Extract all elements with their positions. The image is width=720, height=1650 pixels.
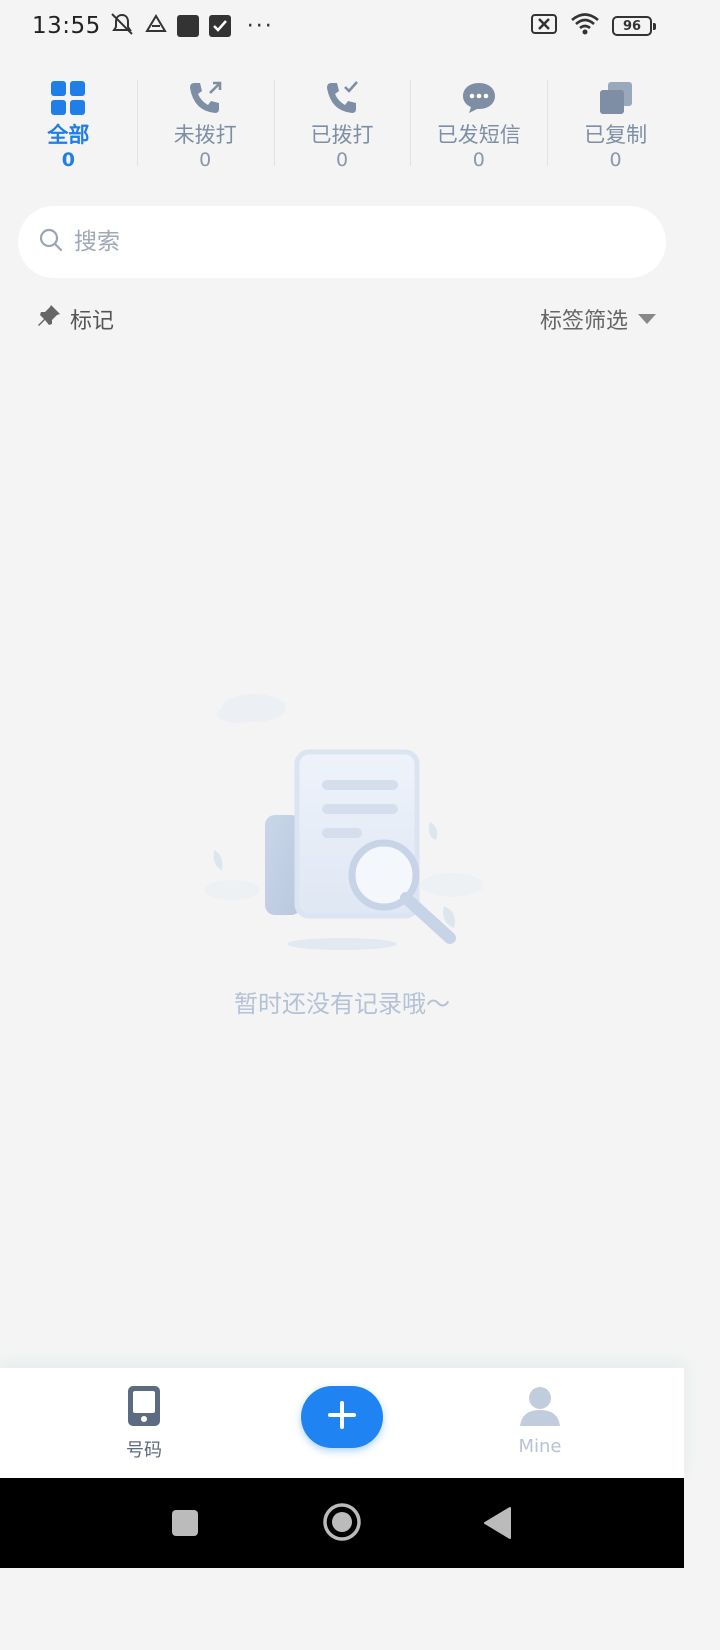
phone-check-icon <box>322 78 362 118</box>
tab-count: 0 <box>335 149 349 171</box>
home-button-icon[interactable] <box>322 1502 362 1546</box>
square-icon <box>176 15 199 37</box>
nav-numbers-label: 号码 <box>126 1440 162 1461</box>
copy-icon <box>596 78 636 118</box>
add-button[interactable] <box>301 1386 383 1448</box>
tab-label: 全部 <box>47 123 90 147</box>
status-time: 13:55 <box>32 13 101 39</box>
nav-mine-label: Mine <box>518 1436 562 1457</box>
system-nav-bar <box>0 1478 684 1568</box>
mute-icon <box>109 12 135 40</box>
tab-dialed[interactable]: 已拨打 0 <box>273 70 411 180</box>
message-icon <box>459 78 499 118</box>
empty-illustration <box>192 680 492 960</box>
status-bar: 13:55 ··· 96 <box>0 0 684 52</box>
wifi-icon <box>570 12 600 40</box>
tab-label: 已发短信 <box>436 123 521 147</box>
battery-icon: 96 <box>612 16 656 36</box>
recents-button-icon[interactable] <box>170 1508 200 1542</box>
bottom-nav: 号码 Mine <box>0 1368 684 1478</box>
check-app-icon <box>208 15 231 37</box>
tab-count: 0 <box>609 149 622 171</box>
tab-sms-sent[interactable]: 已发短信 0 <box>410 70 547 180</box>
plus-icon <box>327 1400 357 1434</box>
caret-down-icon <box>638 314 656 324</box>
tab-copied[interactable]: 已复制 0 <box>547 70 684 180</box>
filter-row: 标记 标签筛选 <box>36 300 656 338</box>
tag-filter-dropdown[interactable]: 标签筛选 <box>540 303 656 335</box>
search-bar[interactable] <box>18 206 666 278</box>
mark-button[interactable]: 标记 <box>36 303 114 335</box>
back-button-icon[interactable] <box>482 1506 512 1544</box>
tab-all[interactable]: 全部 0 <box>0 70 137 180</box>
tab-label: 未拨打 <box>173 123 237 147</box>
drive-icon <box>145 14 167 38</box>
tab-label: 已拨打 <box>310 123 374 147</box>
tab-count: 0 <box>61 149 76 171</box>
filter-tabs: 全部 0 未拨打 0 已拨打 0 已发短信 0 已复制 0 <box>0 70 684 180</box>
empty-message: 暂时还没有记录哦～ <box>234 990 450 1018</box>
tab-count: 0 <box>199 149 212 171</box>
search-icon <box>38 227 64 257</box>
nav-mine[interactable]: Mine <box>480 1384 600 1457</box>
search-input[interactable] <box>74 229 634 255</box>
user-icon <box>518 1384 562 1432</box>
tab-count: 0 <box>472 149 485 171</box>
sim-off-icon <box>530 13 558 39</box>
nav-numbers[interactable]: 号码 <box>84 1384 204 1462</box>
pin-icon <box>36 303 62 335</box>
grid-icon <box>48 78 88 118</box>
phone-outgoing-icon <box>185 78 225 118</box>
tab-not-dialed[interactable]: 未拨打 0 <box>136 70 274 180</box>
tag-filter-label: 标签筛选 <box>539 309 628 334</box>
phone-device-icon <box>126 1384 162 1432</box>
more-status-icon: ··· <box>246 13 274 39</box>
mark-label: 标记 <box>70 309 115 334</box>
tab-label: 已复制 <box>584 123 648 147</box>
